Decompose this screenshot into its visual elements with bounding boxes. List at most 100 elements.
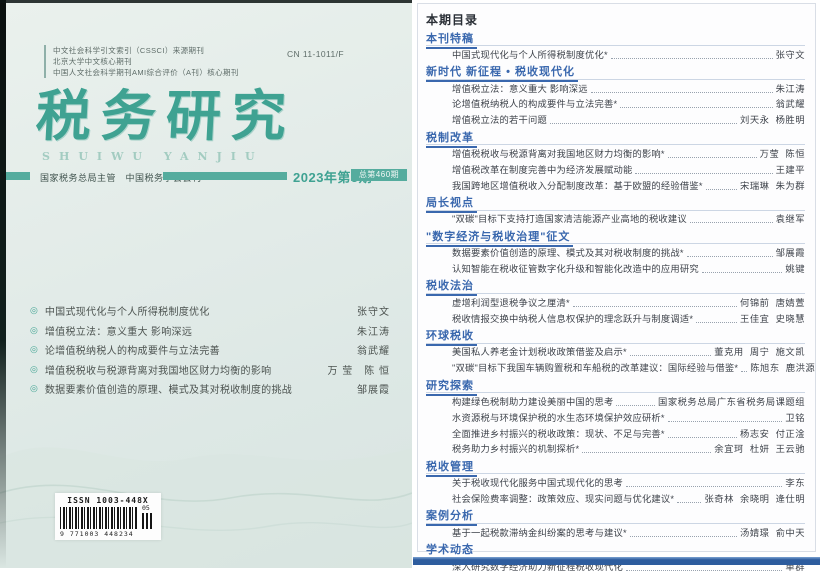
- dot-leader: [616, 405, 655, 406]
- dot-leader: [630, 355, 712, 356]
- toc-item-row: 增值税改革在制度完善中为经济发展赋动能王建平: [426, 161, 805, 177]
- cover-article-author: 朱江涛: [357, 323, 390, 338]
- toc-item-row: 增值税税收与税源背离对我国地区财力均衡的影响* 万莹 陈恒: [426, 145, 805, 161]
- toc-item-author: 朱江涛: [776, 83, 805, 96]
- toc-item-row: 社会保险费率调整：政策效应、现实问题与优化建议* 张奇林 余晓明 逄仕明: [426, 490, 805, 506]
- dot-leader: [677, 502, 701, 503]
- dot-leader: [690, 222, 773, 223]
- toc-page: 本期目录 本刊特稿中国式现代化与个人所得税制度优化*张守文新时代 新征程 • 税…: [417, 3, 816, 552]
- toc-section-title-text: 局长视点: [426, 196, 477, 213]
- accreditation-block: 中文社会科学引文索引（CSSCI）来源期刊 北京大学中文核心期刊 中国人文社会科…: [44, 45, 239, 78]
- bottom-blue-band: [413, 557, 820, 565]
- toc-item-title: "双碳"目标下我国车辆购置税和车船税的改革建议：国际经验与借鉴*: [452, 362, 738, 375]
- dot-leader: [573, 306, 737, 307]
- cover-article-author: 翁武耀: [357, 342, 390, 357]
- toc-item-row: 美国私人养老金计划税收政策借鉴及启示*董克用 周宁 施文凯: [426, 344, 805, 360]
- dot-leader: [620, 107, 772, 108]
- toc-item-author: 刘天永 杨胜明: [740, 114, 805, 127]
- toc-item-title: 认知智能在税收征管数字化升级和智能化改造中的应用研究: [452, 263, 699, 276]
- toc-item-title: 虚增利润型退税争议之厘清*: [452, 297, 570, 310]
- cover-article-row: ◎中国式现代化与个人所得税制度优化张守文: [30, 303, 390, 323]
- toc-item-row: 关于税收现代化服务中国式现代化的思考李东: [426, 474, 805, 490]
- toc-item-row: 我国跨地区增值税收入分配制度改革：基于欧盟的经验借鉴* 宋瑞琳 朱为群: [426, 177, 805, 193]
- toc-item-author: 董克用 周宁 施文凯: [714, 346, 805, 359]
- toc-item-author: 卫铭: [785, 412, 805, 425]
- toc-item-title: 基于一起税款滞纳金纠纷案的思考与建议*: [452, 527, 627, 540]
- toc-item-title: 增值税税收与税源背离对我国地区财力均衡的影响*: [452, 148, 665, 161]
- toc-section-title-text: 案例分析: [426, 509, 477, 526]
- toc-item-author: 万莹 陈恒: [760, 148, 805, 161]
- toc-header: 本期目录: [426, 11, 805, 28]
- cover-article-title: 论增值税纳税人的构成要件与立法完善: [45, 342, 357, 357]
- toc-item-author: 陈旭东 鹿洪源 王培浩: [750, 362, 820, 375]
- toc-item-row: "双碳"目标下我国车辆购置税和车船税的改革建议：国际经验与借鉴*陈旭东 鹿洪源 …: [426, 359, 805, 375]
- toc-item-title: 增值税立法：意义重大 影响深远: [452, 83, 588, 96]
- toc-item-row: "双碳"目标下支持打造国家清洁能源产业高地的税收建议袁继军: [426, 211, 805, 227]
- toc-item-author: 杨志安 付正淦: [740, 428, 805, 441]
- toc-item-title: 社会保险费率调整：政策效应、现实问题与优化建议*: [452, 493, 674, 506]
- toc-item-title: 数据要素价值创造的原理、模式及其对税收制度的挑战*: [452, 247, 684, 260]
- toc-item-title: 论增值税纳税人的构成要件与立法完善*: [452, 98, 617, 111]
- dot-leader: [626, 570, 782, 571]
- toc-item-title: 中国式现代化与个人所得税制度优化*: [452, 49, 608, 62]
- teal-bar-long: [163, 172, 287, 180]
- toc-item-row: 构建绿色税制助力建设美丽中国的思考国家税务总局广东省税务局课题组: [426, 393, 805, 409]
- cover-article-author: 邹展霞: [357, 381, 390, 396]
- toc-section-title: 学术动态: [426, 540, 805, 558]
- toc-item-author: 宋瑞琳 朱为群: [740, 180, 805, 193]
- toc-item-author: 何锦前 唐婧萱: [740, 297, 805, 310]
- toc-item-author: 姚键: [785, 263, 805, 276]
- dot-leader: [741, 371, 747, 372]
- journal-title-pinyin: SHUIWU YANJIU: [42, 150, 264, 163]
- toc-item-author: 汤婧璟 俞中天: [740, 527, 805, 540]
- dot-leader: [668, 157, 757, 158]
- cover-article-title: 增值税税收与税源背离对我国地区财力均衡的影响: [45, 362, 328, 377]
- cover-article-list: ◎中国式现代化与个人所得税制度优化张守文◎ 增值税立法：意义重大 影响深远朱江涛 ◎…: [30, 303, 390, 401]
- cover-article-title: 数据要素价值创造的原理、模式及其对税收制度的挑战: [45, 381, 357, 396]
- dot-leader: [696, 322, 737, 323]
- cover-article-author: 张守文: [357, 303, 390, 318]
- toc-section-title: 新时代 新征程 • 税收现代化: [426, 62, 805, 80]
- toc-section-title: 研究探索: [426, 376, 805, 394]
- teal-bar-left: [6, 172, 30, 180]
- toc-section-title: 本刊特稿: [426, 29, 805, 47]
- toc-section-title-text: 本刊特稿: [426, 32, 477, 49]
- toc-item-row: 虚增利润型退税争议之厘清* 何锦前 唐婧萱: [426, 294, 805, 310]
- dot-leader: [687, 256, 773, 257]
- toc-section-title-text: 税收法治: [426, 279, 477, 296]
- toc-item-row: 税收情报交换中纳税人信息权保护的理念跃升与制度调适*王佳宜 史晓慧: [426, 310, 805, 326]
- toc-section-title: 环球税收: [426, 326, 805, 344]
- toc-section-title-text: 环球税收: [426, 329, 477, 346]
- dot-leader: [668, 421, 783, 422]
- issue-total-badge: 总第460期: [351, 169, 407, 181]
- toc-section-title-text: 研究探索: [426, 379, 477, 396]
- cover-top-shadow: [0, 0, 412, 3]
- cover-article-title: 增值税立法：意义重大 影响深远: [45, 323, 357, 338]
- ring-bullet-icon: ◎: [30, 303, 38, 317]
- barcode-bars-right: [142, 513, 154, 529]
- barcode-box: ISSN 1003-448X 05 9 771003 448234: [55, 493, 161, 540]
- toc-section-title-text: 新时代 新征程 • 税收现代化: [426, 65, 578, 82]
- toc-section-title-text: 税收管理: [426, 460, 477, 477]
- barcode-digits: 9 771003 448234: [60, 530, 156, 538]
- toc-item-row: 认知智能在税收征管数字化升级和智能化改造中的应用研究 姚键: [426, 260, 805, 276]
- barcode: 05: [60, 507, 156, 529]
- toc-section-title: 案例分析: [426, 506, 805, 524]
- dot-leader: [550, 123, 737, 124]
- toc-item-title: 水资源税与环境保护税的水生态环境保护效应研析*: [452, 412, 665, 425]
- toc-section-title: 税收管理: [426, 457, 805, 475]
- toc-item-title: 税务助力乡村振兴的机制探析*: [452, 443, 579, 456]
- toc-item-author: 张奇林 余晓明 逄仕明: [704, 493, 805, 506]
- toc-item-row: 水资源税与环境保护税的水生态环境保护效应研析* 卫铭: [426, 409, 805, 425]
- journal-cover-page: 中文社会科学引文索引（CSSCI）来源期刊 北京大学中文核心期刊 中国人文社会科…: [0, 0, 412, 568]
- toc-item-author: 翁武耀: [776, 98, 805, 111]
- toc-item-author: 国家税务总局广东省税务局课题组: [658, 396, 805, 409]
- toc-item-author: 袁继军: [776, 213, 805, 226]
- barcode-issue-code: 05: [142, 504, 150, 512]
- toc-section-title-text: 税制改革: [426, 131, 477, 148]
- toc-section-title: "数字经济与税收治理"征文: [426, 227, 805, 245]
- dot-leader: [706, 189, 737, 190]
- toc-item-title: 我国跨地区增值税收入分配制度改革：基于欧盟的经验借鉴*: [452, 180, 703, 193]
- cover-article-row: ◎增值税税收与税源背离对我国地区财力均衡的影响万 莹 陈 恒: [30, 362, 390, 382]
- toc-section-title-text: "数字经济与税收治理"征文: [426, 230, 573, 247]
